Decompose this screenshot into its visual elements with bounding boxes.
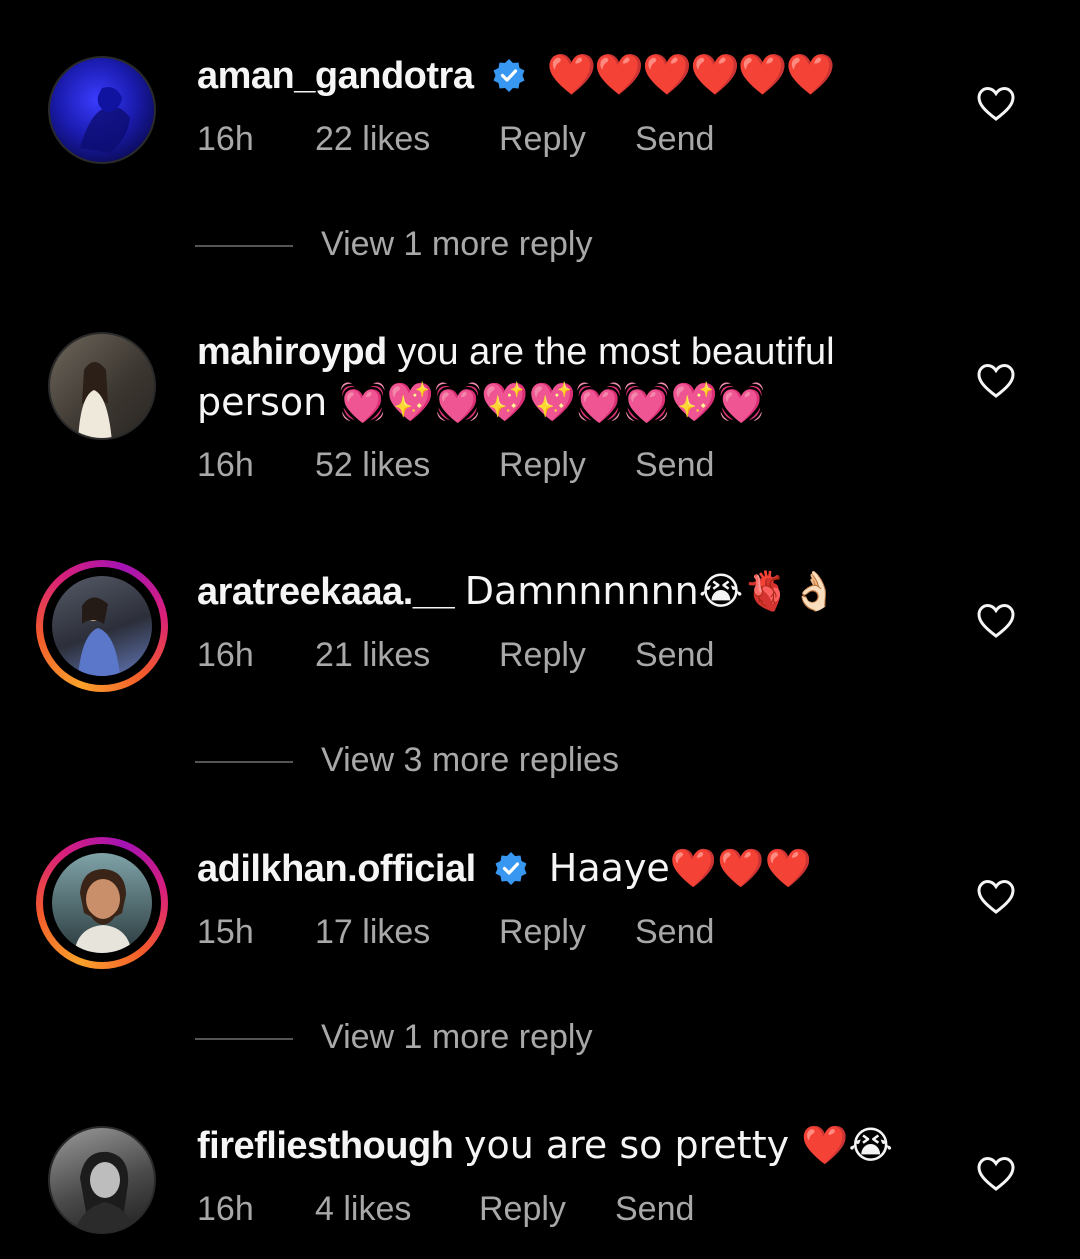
username[interactable]: aratreekaaa.__ <box>197 571 455 613</box>
like-heart-icon[interactable] <box>976 85 1016 123</box>
comment-time: 16h <box>197 120 254 158</box>
comment-text-continued: person 💓💖💓💖💖💓💓💖💓 <box>197 380 766 424</box>
comment-text: you are so pretty ❤️😭 <box>463 1123 893 1167</box>
comment-time: 15h <box>197 913 254 951</box>
comment-text: you are the most beautiful <box>397 331 835 373</box>
view-more-label: View 1 more reply <box>321 225 593 263</box>
send-button[interactable]: Send <box>615 1190 694 1229</box>
divider-line <box>195 1038 293 1041</box>
likes-count[interactable]: 52 likes <box>315 446 499 485</box>
avatar-image <box>75 1151 135 1232</box>
send-button[interactable]: Send <box>635 913 714 952</box>
like-heart-icon[interactable] <box>976 878 1016 916</box>
likes-count[interactable]: 4 likes <box>315 1190 479 1229</box>
verified-badge-icon <box>493 59 525 92</box>
avatar-image <box>74 869 132 953</box>
avatar[interactable] <box>48 56 156 164</box>
comment-text: Haaye❤️❤️❤️ <box>548 846 812 890</box>
likes-count[interactable]: 21 likes <box>315 636 499 675</box>
reply-button[interactable]: Reply <box>499 913 635 952</box>
reply-button[interactable]: Reply <box>499 120 635 159</box>
send-button[interactable]: Send <box>635 636 714 675</box>
avatar[interactable] <box>36 560 168 692</box>
verified-badge-icon <box>495 852 527 885</box>
username[interactable]: firefliesthough <box>197 1125 454 1167</box>
like-heart-icon[interactable] <box>976 1155 1016 1193</box>
avatar[interactable] <box>36 837 168 969</box>
comment-text: ❤️❤️❤️❤️❤️❤️ <box>546 52 836 98</box>
avatar-image <box>78 597 120 676</box>
username[interactable]: mahiroypd <box>197 331 387 373</box>
comment-time: 16h <box>197 1190 254 1228</box>
view-more-label: View 3 more replies <box>321 741 619 779</box>
avatar[interactable] <box>48 332 156 440</box>
send-button[interactable]: Send <box>635 120 714 159</box>
comment-time: 16h <box>197 446 254 484</box>
reply-button[interactable]: Reply <box>499 446 635 485</box>
username[interactable]: adilkhan.official <box>197 848 476 890</box>
divider-line <box>195 761 293 764</box>
avatar-image <box>80 87 130 153</box>
username[interactable]: aman_gandotra <box>197 55 474 97</box>
view-more-label: View 1 more reply <box>321 1018 593 1056</box>
avatar-image <box>78 362 112 438</box>
comment-text: Damnnnnnn😭🫀👌🏻 <box>464 569 838 613</box>
likes-count[interactable]: 22 likes <box>315 120 499 159</box>
like-heart-icon[interactable] <box>976 602 1016 640</box>
avatar[interactable] <box>48 1126 156 1234</box>
like-heart-icon[interactable] <box>976 362 1016 400</box>
reply-button[interactable]: Reply <box>479 1190 615 1229</box>
comment-time: 16h <box>197 636 254 674</box>
send-button[interactable]: Send <box>635 446 714 485</box>
view-more-replies-button[interactable]: View 3 more replies <box>195 741 619 780</box>
view-more-replies-button[interactable]: View 1 more reply <box>195 1018 593 1057</box>
reply-button[interactable]: Reply <box>499 636 635 675</box>
divider-line <box>195 245 293 248</box>
likes-count[interactable]: 17 likes <box>315 913 499 952</box>
view-more-replies-button[interactable]: View 1 more reply <box>195 225 593 264</box>
